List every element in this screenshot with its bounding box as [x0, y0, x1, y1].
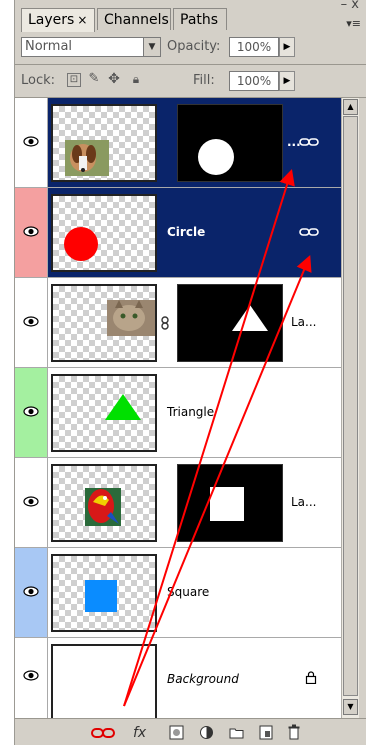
- square-mask-shape: [210, 487, 244, 521]
- layer-row[interactable]: Triangle: [15, 368, 341, 458]
- scroll-up-icon[interactable]: ▲: [343, 99, 358, 115]
- fill-field[interactable]: 100%: [229, 71, 279, 91]
- layer-row[interactable]: Square: [15, 548, 341, 638]
- layer-thumbnail[interactable]: [51, 644, 157, 718]
- visibility-toggle[interactable]: [15, 548, 48, 637]
- opacity-label: Opacity:: [167, 39, 221, 54]
- layer-row[interactable]: La...: [15, 278, 341, 368]
- green-triangle-shape: [105, 394, 141, 420]
- lock-position-icon[interactable]: ✥: [107, 72, 121, 87]
- layer-mask-thumbnail[interactable]: [177, 464, 283, 542]
- layer-name[interactable]: Circle: [167, 225, 205, 239]
- tab-paths-label: Paths: [180, 12, 219, 28]
- layer-row[interactable]: Circle: [15, 188, 341, 278]
- layer-name[interactable]: La...: [291, 315, 316, 329]
- adjustment-icon[interactable]: [199, 725, 214, 740]
- blend-row: Normal ▼ Opacity: 100% ▶: [15, 32, 366, 62]
- fill-slider-arrow-icon[interactable]: ▶: [279, 71, 295, 91]
- link-icon: [299, 138, 319, 146]
- close-tab-icon[interactable]: ×: [77, 13, 87, 27]
- delete-layer-icon[interactable]: [287, 724, 301, 740]
- divider: [15, 64, 366, 65]
- triangle-mask-shape: [232, 305, 268, 331]
- eye-icon: [23, 670, 39, 681]
- layer-row[interactable]: Background: [15, 638, 341, 718]
- layer-row[interactable]: ...: [15, 98, 341, 188]
- lock-all-icon[interactable]: 🔒︎: [129, 73, 143, 87]
- opacity-field[interactable]: 100%: [229, 37, 279, 57]
- layer-name[interactable]: Square: [167, 585, 209, 599]
- layer-name[interactable]: La...: [291, 495, 316, 509]
- tab-channels-label: Channels: [104, 12, 169, 28]
- lock-transparency-icon[interactable]: ⊡: [67, 73, 81, 87]
- visibility-toggle[interactable]: [15, 98, 48, 187]
- scrollbar-thumb[interactable]: [343, 116, 358, 696]
- lock-icon: [305, 671, 317, 684]
- layer-name[interactable]: Triangle: [167, 405, 214, 419]
- blend-mode-select[interactable]: Normal ▼: [21, 37, 161, 57]
- layers-panel: Layers × Channels Paths – x ▾≡ Normal ▼ O…: [14, 0, 366, 745]
- blend-mode-value: Normal: [25, 39, 73, 54]
- tab-layers[interactable]: Layers ×: [21, 8, 95, 32]
- visibility-toggle[interactable]: [15, 278, 48, 367]
- dog-photo: [65, 140, 109, 176]
- blue-square-shape: [85, 580, 117, 612]
- layer-name[interactable]: Background: [167, 672, 239, 686]
- layer-thumbnail[interactable]: [51, 554, 157, 632]
- layer-row[interactable]: La...: [15, 458, 341, 548]
- circle-mask-shape: [198, 139, 234, 175]
- layers-list: ... Circle La... Triangle La... Square B…: [15, 98, 341, 718]
- eye-icon: [23, 496, 39, 507]
- chevron-down-icon[interactable]: ▼: [143, 38, 160, 56]
- eye-icon: [23, 136, 39, 147]
- red-circle-shape: [64, 227, 98, 261]
- layer-mask-thumbnail[interactable]: [177, 104, 283, 182]
- fill-label: Fill:: [193, 73, 215, 88]
- layer-thumbnail[interactable]: [51, 464, 157, 542]
- add-mask-icon[interactable]: [169, 725, 184, 740]
- new-group-icon[interactable]: [229, 726, 244, 739]
- layer-thumbnail[interactable]: [51, 284, 157, 362]
- visibility-toggle[interactable]: [15, 458, 48, 547]
- layers-scrollbar[interactable]: ▲ ▼: [341, 98, 359, 718]
- link-layers-icon[interactable]: [91, 727, 115, 739]
- visibility-toggle[interactable]: [15, 188, 48, 277]
- layer-thumbnail[interactable]: [51, 104, 157, 182]
- tab-paths[interactable]: Paths: [173, 8, 227, 30]
- parrot-photo: [85, 488, 121, 526]
- visibility-toggle[interactable]: [15, 368, 48, 457]
- lock-pixels-icon[interactable]: ✎: [87, 72, 101, 87]
- opacity-slider-arrow-icon[interactable]: ▶: [279, 37, 295, 57]
- cat-photo: [107, 300, 155, 336]
- mask-link-icon[interactable]: [160, 316, 170, 330]
- lock-row: Lock: ⊡ ✎ ✥ 🔒︎ Fill: 100% ▶: [15, 66, 366, 96]
- new-layer-icon[interactable]: [259, 725, 273, 740]
- panel-tabs: Layers × Channels Paths – x ▾≡: [15, 0, 366, 32]
- eye-icon: [23, 316, 39, 327]
- eye-icon: [23, 406, 39, 417]
- link-icon: [299, 228, 319, 236]
- lock-label: Lock:: [21, 73, 56, 88]
- eye-icon: [23, 586, 39, 597]
- layer-thumbnail[interactable]: [51, 374, 157, 452]
- layer-mask-thumbnail[interactable]: [177, 284, 283, 362]
- tab-channels[interactable]: Channels: [97, 8, 171, 30]
- tab-layers-label: Layers: [28, 12, 75, 28]
- fx-icon[interactable]: fx: [133, 725, 146, 741]
- visibility-toggle[interactable]: [15, 638, 48, 718]
- panel-menu-icon[interactable]: ▾≡: [346, 17, 361, 30]
- eye-icon: [23, 226, 39, 237]
- layers-toolbar: fx: [15, 718, 366, 745]
- layer-thumbnail[interactable]: [51, 194, 157, 272]
- scroll-down-icon[interactable]: ▼: [343, 699, 358, 715]
- panel-close-icon[interactable]: – x: [341, 0, 359, 12]
